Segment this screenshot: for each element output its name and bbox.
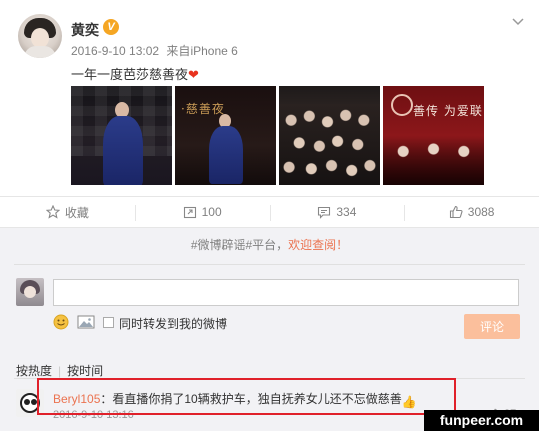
- post-action-bar: 收藏 100 334 3088: [0, 196, 539, 233]
- author-avatar[interactable]: [18, 14, 62, 58]
- rumor-notice-text: #微博辟谣#平台，: [190, 238, 289, 252]
- rumor-notice-link[interactable]: 欢迎查阅！: [288, 238, 348, 252]
- post-text-body: 一年一度芭莎慈善夜: [71, 67, 189, 82]
- site-watermark: funpeer.com: [424, 410, 539, 431]
- sort-separator: |: [58, 364, 62, 378]
- repost-checkbox-label[interactable]: 同时转发到我的微博: [119, 315, 227, 332]
- rumor-notice: #微博辟谣#平台，欢迎查阅！: [0, 236, 539, 254]
- post-image-1[interactable]: [71, 86, 172, 185]
- sort-by-time-tab[interactable]: 按时间: [67, 364, 103, 378]
- chevron-down-icon[interactable]: [511, 14, 525, 28]
- post-source-prefix: 来自: [166, 44, 191, 58]
- image-gallery: ·慈善夜 善传 为爱联: [71, 86, 484, 185]
- star-icon: [45, 205, 60, 219]
- favorite-button[interactable]: 收藏: [0, 197, 135, 227]
- verified-badge-icon: V: [103, 19, 119, 35]
- image-2-slogan: ·慈善夜: [181, 102, 225, 116]
- sort-by-hot-tab[interactable]: 按热度: [16, 364, 52, 378]
- post-source: iPhone 6: [190, 44, 238, 58]
- weibo-post-card: 黄奕 V 2016-9-10 13:02 来自iPhone 6 一年一度芭莎慈善…: [0, 0, 539, 431]
- divider: [14, 264, 525, 265]
- heart-icon: ❤: [188, 67, 199, 82]
- like-count: 3088: [467, 205, 495, 219]
- emoji-icon[interactable]: [53, 314, 69, 330]
- image-upload-icon[interactable]: [77, 314, 95, 330]
- author-name[interactable]: 黄奕: [71, 20, 99, 40]
- current-user-avatar: [16, 278, 44, 306]
- repost-checkbox[interactable]: [103, 317, 114, 328]
- repost-count: 100: [201, 205, 222, 219]
- repost-icon: [183, 206, 196, 219]
- like-button[interactable]: 3088: [404, 197, 539, 227]
- comment-icon: [318, 206, 331, 219]
- comment-panel: #微博辟谣#平台，欢迎查阅！ 同时转发到我的微博 评论 按热度 | 按时间 Bery: [0, 227, 539, 431]
- comment-count: 334: [336, 205, 357, 219]
- post-text: 一年一度芭莎慈善夜❤: [71, 64, 199, 83]
- comment-input[interactable]: [53, 279, 519, 306]
- comment-button[interactable]: 334: [269, 197, 405, 233]
- image-4-slogan: 善传 为爱联: [413, 104, 483, 118]
- highlight-annotation-box: [37, 378, 456, 415]
- repost-button[interactable]: 100: [134, 197, 270, 227]
- post-image-4[interactable]: 善传 为爱联: [383, 86, 484, 185]
- post-timestamp[interactable]: 2016-9-10 13:02: [71, 44, 159, 58]
- submit-comment-button[interactable]: 评论: [464, 314, 520, 339]
- thumbs-up-icon: [449, 205, 463, 219]
- post-image-3[interactable]: [279, 86, 380, 185]
- post-image-2[interactable]: ·慈善夜: [175, 86, 276, 185]
- post-meta: 2016-9-10 13:02 来自iPhone 6: [71, 42, 238, 59]
- favorite-label: 收藏: [64, 205, 89, 220]
- comment-sort-bar: 按热度 | 按时间: [16, 362, 103, 379]
